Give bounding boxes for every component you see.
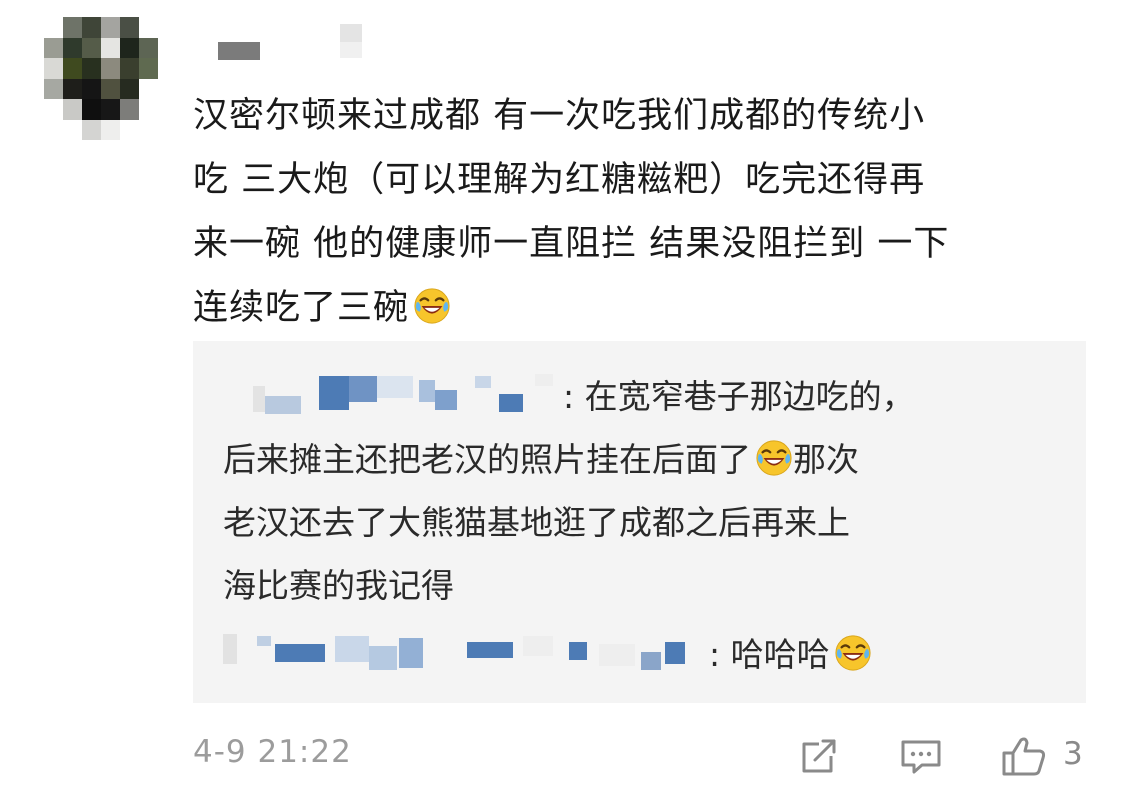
comment-icon[interactable]: [899, 734, 943, 778]
comment-line-text: 连续吃了三碗: [193, 288, 410, 328]
username-blurred[interactable]: [218, 24, 368, 64]
comment-body: 汉密尔顿来过成都 有一次吃我们成都的传统小 吃 三大炮（可以理解为红糖糍粑）吃完…: [193, 84, 1093, 340]
reply-username-blurred[interactable]: [223, 374, 563, 414]
comment-card: 汉密尔顿来过成都 有一次吃我们成都的传统小 吃 三大炮（可以理解为红糖糍粑）吃完…: [0, 0, 1125, 801]
laughing-crying-emoji-icon: [756, 440, 792, 476]
comment-line: 汉密尔顿来过成都 有一次吃我们成都的传统小: [193, 96, 926, 136]
thumbs-up-icon[interactable]: [1000, 734, 1048, 778]
reply-separator: :: [709, 635, 731, 674]
reply-section: : 在宽窄巷子那边吃的， 后来摊主还把老汉的照片挂在后面了 那次 老汉还去了大熊…: [193, 341, 1086, 703]
reply-text: 那次: [793, 440, 859, 479]
reply-line: 老汉还去了大熊猫基地逛了成都之后再来上: [223, 503, 850, 542]
reply-item: : 在宽窄巷子那边吃的， 后来摊主还把老汉的照片挂在后面了 那次 老汉还去了大熊…: [223, 365, 1063, 617]
reply-separator: :: [563, 377, 585, 416]
laughing-crying-emoji-icon: [414, 288, 450, 324]
reply-line: 后来摊主还把老汉的照片挂在后面了 那次: [223, 428, 1063, 491]
comment-timestamp: 4-9 21:22: [193, 734, 352, 770]
reply-text: 后来摊主还把老汉的照片挂在后面了: [223, 440, 751, 479]
comment-line: 连续吃了三碗: [193, 276, 1093, 340]
avatar[interactable]: [44, 17, 158, 140]
reply-username-blurred[interactable]: [223, 632, 709, 672]
reply-text: 哈哈哈: [730, 635, 830, 674]
reply-item: : 哈哈哈: [223, 623, 1063, 686]
reply-text: 在宽窄巷子那边吃的，: [584, 377, 915, 416]
reply-line: 海比赛的我记得: [223, 566, 454, 605]
share-icon[interactable]: [797, 734, 841, 778]
laughing-crying-emoji-icon: [835, 635, 871, 671]
reply-line: : 在宽窄巷子那边吃的，: [223, 365, 1063, 428]
comment-line: 来一碗 他的健康师一直阻拦 结果没阻拦到 一下: [193, 224, 950, 264]
comment-line: 吃 三大炮（可以理解为红糖糍粑）吃完还得再: [193, 160, 926, 200]
comment-footer: 4-9 21:22 3: [0, 720, 1125, 790]
like-count: 3: [1063, 736, 1083, 772]
